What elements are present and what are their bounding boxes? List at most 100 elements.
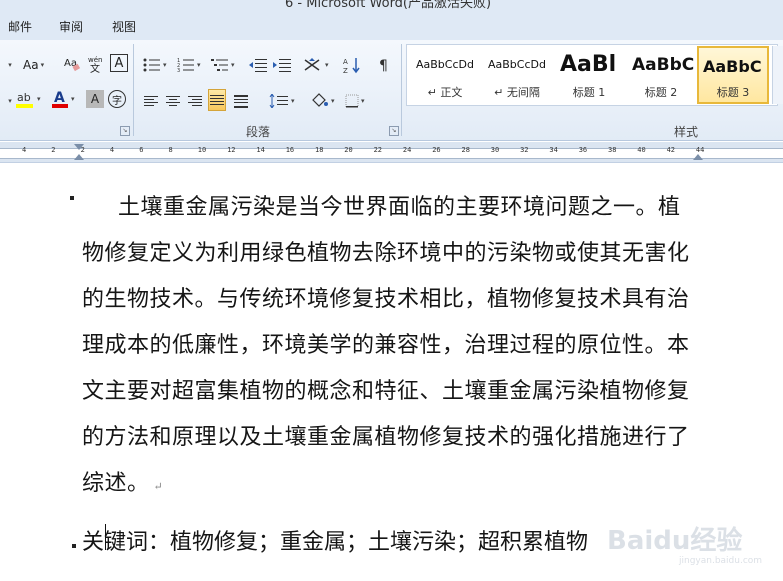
highlighter-icon: ab — [16, 91, 33, 108]
borders-button[interactable]: ▾ — [344, 90, 366, 112]
gallery-scroll[interactable] — [772, 46, 783, 104]
style-name: ↵ 正文 — [427, 86, 463, 99]
font-size-dropdown[interactable]: ▾ — [0, 54, 18, 76]
shading-button[interactable]: ▾ — [308, 90, 336, 112]
sort-icon: AZ — [343, 58, 360, 74]
clear-format-button[interactable]: Aa — [62, 53, 82, 75]
title-bar: 6 - Microsoft Word(产品激活失败) — [0, 0, 783, 10]
distribute-icon — [234, 95, 248, 108]
style-sample: AaBbC — [632, 55, 695, 75]
multilevel-list-button[interactable]: ▾ — [210, 54, 236, 76]
decrease-indent-icon — [249, 59, 267, 72]
enclose-char-button[interactable]: 字 — [108, 90, 126, 108]
chinese-layout-icon — [304, 58, 320, 71]
style-name: 标题 1 — [572, 86, 606, 99]
ruler-number: 32 — [520, 146, 529, 154]
style-sample: AaBbCcDd — [488, 58, 546, 71]
ribbon: ▾ Aa ▾ Aa wén 文 A ▾ ab ▾ A ▾ A 字 ↘ ▾ 1 2 3 ▾ ▾ … — [0, 40, 783, 141]
ruler-number: 6 — [139, 146, 144, 154]
style-no-spacing[interactable]: AaBbCcDd ↵ 无间隔 — [483, 47, 551, 103]
hanging-indent-marker[interactable] — [74, 154, 84, 160]
ruler-number: 34 — [549, 146, 558, 154]
multilevel-list-icon — [211, 59, 228, 71]
window-title: 6 - Microsoft Word(产品激活失败) — [285, 0, 492, 10]
ruler-number: 8 — [168, 146, 173, 154]
ruler-number: 4 — [109, 146, 115, 154]
pilcrow-icon: ¶ — [379, 58, 388, 73]
ruler-number: 30 — [490, 146, 500, 154]
document-page[interactable]: 土壤重金属污染是当今世界面临的主要环境问题之一。植物修复定义为利用绿色植物去除环… — [0, 163, 783, 581]
paragraph-mark: ↵ — [153, 480, 164, 493]
justify-button[interactable] — [208, 89, 226, 111]
first-line-indent-marker[interactable] — [74, 144, 84, 150]
style-normal[interactable]: AaBbCcDd ↵ 正文 — [411, 47, 479, 103]
tab-view[interactable]: 视图 — [112, 18, 136, 35]
ruler-number: 36 — [578, 146, 588, 154]
svg-text:wén: wén — [88, 56, 102, 64]
ruler-number: 12 — [227, 146, 236, 154]
paragraph-bullet-marker — [72, 544, 76, 548]
ruler-number: 16 — [285, 146, 295, 154]
ruler: 4 2 2 4 6 8 10 12 14 16 18 20 22 24 26 28 30 32 34 36 38 40 42… — [0, 142, 783, 163]
style-sample: AaBbCcDd — [416, 58, 474, 71]
ruler-number: 38 — [608, 146, 617, 154]
style-heading-1[interactable]: AaBl 标题 1 — [555, 47, 623, 103]
svg-text:文: 文 — [90, 62, 100, 73]
right-indent-marker[interactable] — [693, 154, 703, 160]
align-right-icon — [188, 95, 202, 107]
group-separator — [133, 44, 134, 136]
svg-text:¶: ¶ — [379, 58, 388, 73]
paragraph-text: 土壤重金属污染是当今世界面临的主要环境问题之一。植物修复定义为利用绿色植物去除环… — [82, 195, 690, 496]
char-border-button[interactable]: A — [110, 54, 128, 72]
sort-button[interactable]: AZ — [342, 54, 364, 76]
align-right-button[interactable] — [186, 90, 204, 112]
show-marks-button[interactable]: ¶ — [376, 54, 394, 76]
style-heading-3[interactable]: AaBbC 标题 3 — [697, 46, 769, 104]
watermark-sub: jingyan.baidu.com — [678, 556, 762, 566]
svg-text:ab: ab — [17, 91, 31, 104]
tab-mailings[interactable]: 邮件 — [8, 18, 32, 35]
clear-format-icon: Aa — [64, 58, 81, 72]
svg-text:3: 3 — [177, 68, 180, 72]
bullets-button[interactable]: ▾ — [142, 54, 168, 76]
styles-gallery: AaBbCcDd ↵ 正文 AaBbCcDd ↵ 无间隔 AaBl 标题 1 A… — [406, 44, 778, 106]
font-color-button[interactable]: A ▾ — [50, 88, 76, 110]
style-name: 标题 3 — [716, 86, 750, 99]
ruler-number: 40 — [637, 146, 646, 154]
increase-indent-icon — [273, 59, 291, 72]
tab-review[interactable]: 审阅 — [59, 18, 83, 35]
style-heading-2[interactable]: AaBbC 标题 2 — [627, 47, 695, 103]
abstract-paragraph[interactable]: 土壤重金属污染是当今世界面临的主要环境问题之一。植物修复定义为利用绿色植物去除环… — [82, 185, 702, 510]
align-left-button[interactable] — [142, 90, 160, 112]
phonetic-guide-button[interactable]: wén 文 — [86, 53, 108, 75]
ruler-number: 18 — [315, 146, 324, 154]
text-cursor — [105, 524, 106, 550]
numbering-button[interactable]: 1 2 3 ▾ — [176, 54, 202, 76]
distribute-button[interactable] — [232, 90, 250, 112]
paragraph-dialog-launcher[interactable]: ↘ — [389, 126, 399, 136]
keywords-line[interactable]: 关键词：植物修复；重金属；土壤污染；超积累植物 — [82, 524, 732, 556]
paragraph-group-label: 段落 — [246, 125, 271, 139]
ribbon-tabs: 邮件 审阅 视图 — [0, 10, 783, 40]
line-spacing-button[interactable]: ▾ — [268, 90, 296, 112]
align-center-icon — [166, 95, 180, 107]
style-sample: AaBl — [560, 52, 617, 77]
increase-indent-button[interactable] — [272, 54, 292, 76]
char-shading-button[interactable]: A — [86, 90, 104, 108]
change-case-button[interactable]: Aa ▾ — [22, 54, 45, 76]
line-spacing-icon — [269, 94, 288, 108]
ruler-number: 10 — [197, 146, 207, 154]
highlight-color-button[interactable]: ab ▾ — [14, 88, 42, 110]
decrease-indent-button[interactable] — [248, 54, 268, 76]
align-center-button[interactable] — [164, 90, 182, 112]
font-dialog-launcher[interactable]: ↘ — [120, 126, 130, 136]
justify-icon — [210, 94, 224, 106]
numbered-list-icon: 123 — [177, 58, 194, 72]
ruler-number: 26 — [432, 146, 441, 154]
chinese-layout-button[interactable]: ▾ — [302, 54, 330, 76]
ruler-number: 4 — [22, 146, 27, 154]
ruler-number: 14 — [256, 146, 265, 154]
ruler-band — [0, 148, 783, 159]
font-color-icon: A — [52, 90, 68, 108]
svg-text:A: A — [54, 90, 65, 106]
